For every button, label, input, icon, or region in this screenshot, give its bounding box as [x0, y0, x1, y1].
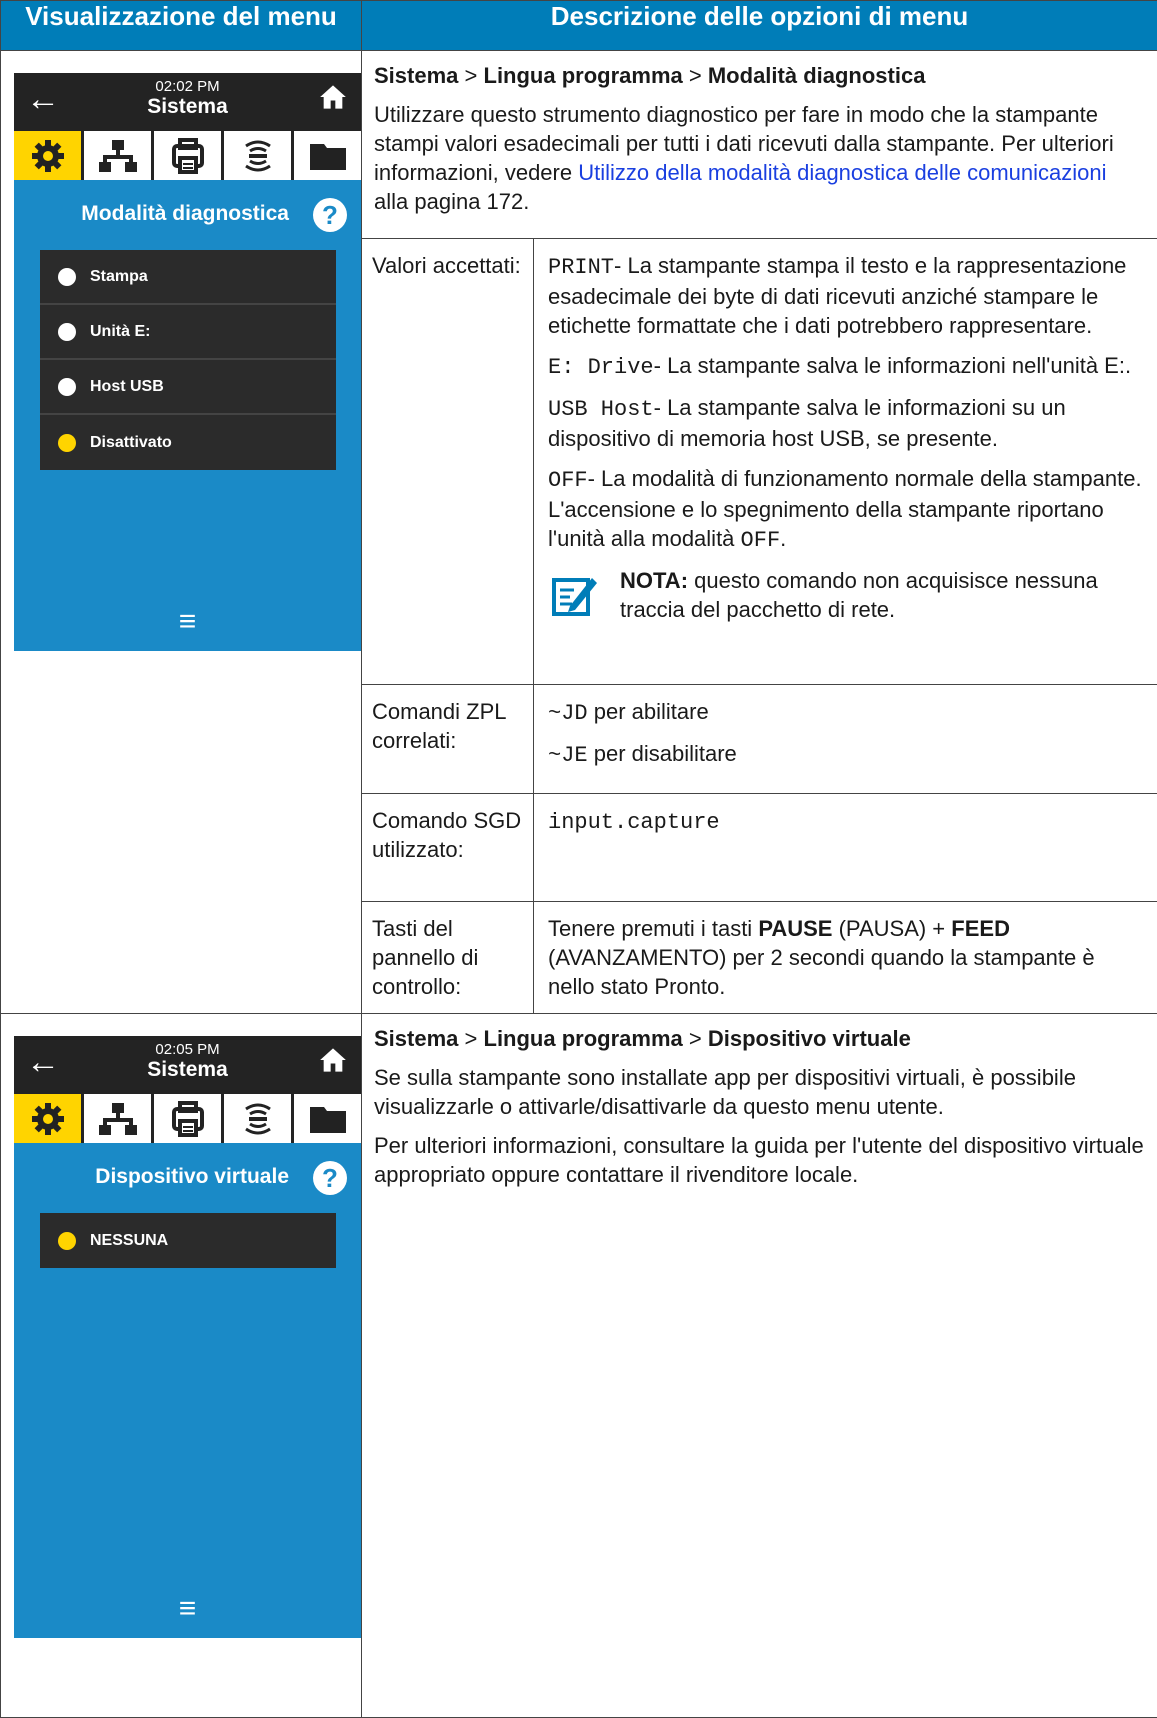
option-nessuna[interactable]: NESSUNA	[40, 1213, 336, 1268]
option-list: NESSUNA	[40, 1213, 336, 1268]
screen-heading-text: Dispositivo virtuale	[95, 1165, 289, 1188]
sgd-label: Comando SGD utilizzato:	[361, 793, 534, 902]
option-host-usb[interactable]: Host USB	[40, 360, 336, 415]
printer-icon	[171, 1100, 204, 1137]
header-left: Visualizzazione del menu	[0, 0, 362, 51]
value-print: PRINT- La stampante stampa il testo e la…	[548, 253, 1127, 338]
intro-paragraph: Utilizzare questo strumento diagnostico …	[374, 102, 1114, 214]
screen-title: Sistema	[147, 1058, 228, 1081]
header-right: Descrizione delle opzioni di menu	[360, 0, 1157, 51]
screen-topbar: ← 02:05 PM Sistema	[14, 1036, 361, 1092]
home-icon[interactable]	[319, 1046, 347, 1074]
keys-cell: Tenere premuti i tasti PAUSE (PAUSA) + F…	[532, 901, 1157, 1014]
paragraph-2: Per ulteriori informazioni, consultare l…	[374, 1133, 1144, 1187]
radio-icon	[58, 322, 76, 341]
diagnostic-mode-link[interactable]: Utilizzo della modalità diagnostica dell…	[578, 160, 1106, 185]
screen-time: 02:02 PM	[155, 78, 220, 95]
screen1-cell: ← 02:02 PM Sistema Modalità diagnostica …	[0, 50, 362, 1014]
network-icon	[98, 139, 137, 172]
settings-gear-icon	[31, 1102, 64, 1135]
radio-selected-icon	[58, 1231, 76, 1250]
option-label: Stampa	[90, 267, 148, 285]
tab-settings[interactable]	[14, 131, 81, 180]
wireless-icon	[244, 140, 271, 171]
radio-selected-icon	[58, 433, 76, 452]
note-box: NOTA: questo comando non acquisisce ness…	[548, 566, 1143, 624]
tab-storage[interactable]	[294, 1094, 361, 1143]
option-label: Host USB	[90, 377, 164, 395]
printer-icon	[171, 137, 204, 174]
tab-print[interactable]	[154, 1094, 221, 1143]
settings-gear-icon	[31, 139, 64, 172]
option-unita-e[interactable]: Unità E:	[40, 305, 336, 360]
value-usb-host: USB Host- La stampante salva le informaz…	[548, 395, 1066, 451]
breadcrumb: Sistema > Lingua programma > Modalità di…	[374, 63, 926, 88]
home-icon[interactable]	[319, 83, 347, 111]
wireless-icon	[244, 1103, 271, 1134]
zpl-disable: ~JE per disabilitare	[548, 741, 737, 768]
screen-heading: Dispositivo virtuale ?	[14, 1143, 361, 1213]
option-label: NESSUNA	[90, 1231, 169, 1249]
value-e-drive: E: Drive- La stampante salva le informaz…	[548, 353, 1132, 380]
radio-icon	[58, 377, 76, 396]
zpl-enable: ~JD per abilitare	[548, 699, 709, 726]
header-row: Visualizzazione del menu Descrizione del…	[0, 0, 1157, 51]
option-stampa[interactable]: Stampa	[40, 250, 336, 305]
sgd-cell: input.capture	[532, 793, 1157, 902]
values-label: Valori accettati:	[361, 238, 534, 685]
tab-print[interactable]	[154, 131, 221, 180]
screen-tabs	[14, 1092, 361, 1143]
section2-description: Sistema > Lingua programma > Dispositivo…	[360, 1013, 1157, 1718]
radio-icon	[58, 267, 76, 286]
option-label: Disattivato	[90, 433, 172, 451]
help-icon[interactable]: ?	[313, 198, 347, 232]
screen-time: 02:05 PM	[155, 1041, 220, 1058]
screen2-cell: ← 02:05 PM Sistema Dispositivo virtuale …	[0, 1013, 362, 1718]
sgd-command: input.capture	[548, 810, 720, 835]
folder-icon	[309, 143, 346, 170]
tab-network[interactable]	[84, 131, 151, 180]
screen-heading: Modalità diagnostica ?	[14, 180, 361, 250]
menu-icon[interactable]: ≡	[14, 1594, 361, 1624]
keys-label: Tasti del pannello di controllo:	[361, 901, 534, 1014]
network-icon	[98, 1102, 137, 1135]
screen-tabs	[14, 129, 361, 180]
tab-wireless[interactable]	[224, 1094, 291, 1143]
note-icon	[552, 578, 597, 616]
menu-icon[interactable]: ≡	[14, 607, 361, 637]
value-off: OFF- La modalità di funzionamento normal…	[548, 466, 1142, 553]
printer-screen: ← 02:02 PM Sistema Modalità diagnostica …	[14, 73, 361, 651]
values-cell: PRINT- La stampante stampa il testo e la…	[532, 238, 1157, 685]
tab-settings[interactable]	[14, 1094, 81, 1143]
printer-screen: ← 02:05 PM Sistema Dispositivo virtuale …	[14, 1036, 361, 1638]
paragraph-1: Se sulla stampante sono installate app p…	[374, 1065, 1076, 1119]
screen-topbar: ← 02:02 PM Sistema	[14, 73, 361, 129]
zpl-cell: ~JD per abilitare ~JE per disabilitare	[532, 684, 1157, 794]
folder-icon	[309, 1106, 346, 1133]
help-icon[interactable]: ?	[313, 1161, 347, 1195]
tab-wireless[interactable]	[224, 131, 291, 180]
section1-description: Sistema > Lingua programma > Modalità di…	[360, 50, 1157, 239]
tab-network[interactable]	[84, 1094, 151, 1143]
tab-storage[interactable]	[294, 131, 361, 180]
menu-table: Visualizzazione del menu Descrizione del…	[0, 0, 1157, 1718]
option-list: Stampa Unità E: Host USB Disattivato	[40, 250, 336, 470]
zpl-label: Comandi ZPL correlati:	[361, 684, 534, 794]
screen-title: Sistema	[147, 95, 228, 118]
option-disattivato[interactable]: Disattivato	[40, 415, 336, 470]
option-label: Unità E:	[90, 322, 151, 340]
screen-heading-text: Modalità diagnostica	[81, 202, 289, 225]
breadcrumb: Sistema > Lingua programma > Dispositivo…	[374, 1026, 911, 1051]
note-text: NOTA: questo comando non acquisisce ness…	[620, 568, 1098, 622]
